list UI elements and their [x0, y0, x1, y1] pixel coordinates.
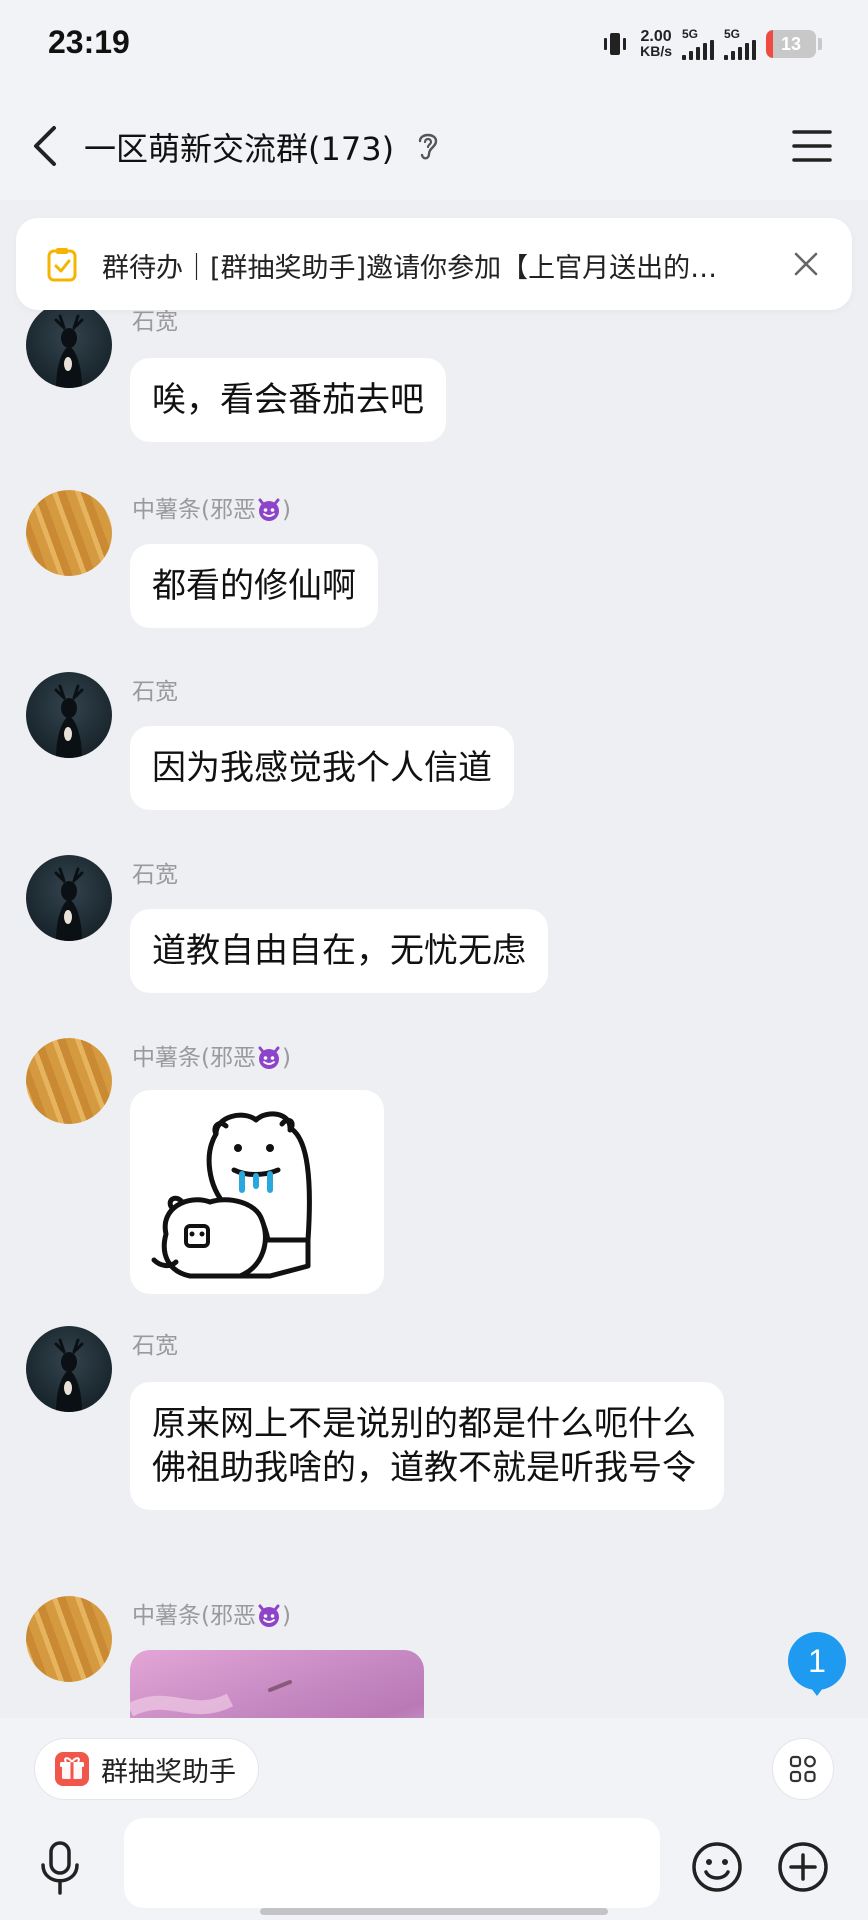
sim1-label: 5G: [682, 27, 699, 41]
net-speed: 2.00 KB/s: [640, 28, 672, 59]
close-icon[interactable]: [790, 248, 822, 280]
avatar[interactable]: [26, 310, 112, 388]
devil-emoji-icon: [258, 498, 280, 521]
avatar[interactable]: [26, 1326, 112, 1412]
ear-icon[interactable]: [414, 128, 442, 164]
deer-avatar-icon: [54, 1338, 84, 1412]
photo-image[interactable]: [130, 1650, 424, 1720]
deer-avatar-icon: [54, 314, 84, 388]
deer-avatar-icon: [54, 867, 84, 941]
avatar[interactable]: [26, 490, 112, 576]
battery-icon: 13: [766, 30, 816, 58]
chevron-left-icon[interactable]: [24, 120, 72, 172]
avatar[interactable]: [26, 1038, 112, 1124]
gift-icon: [55, 1752, 89, 1786]
avatar[interactable]: [26, 1596, 112, 1682]
home-indicator[interactable]: [260, 1908, 608, 1915]
microphone-icon[interactable]: [36, 1840, 84, 1896]
signal-sim1: 5G: [682, 28, 714, 60]
sender-name: 中薯条(邪恶): [132, 1596, 291, 1630]
sender-suffix: ): [281, 497, 291, 523]
emoji-smile-icon[interactable]: [690, 1840, 744, 1894]
signal-bars-icon: [682, 40, 714, 60]
signal-bars-icon: [724, 40, 756, 60]
message-bubble[interactable]: 因为我感觉我个人信道: [130, 726, 514, 810]
sender-name: 石宽: [132, 1333, 178, 1359]
sender-name: 石宽: [132, 310, 178, 335]
plus-circle-icon[interactable]: [776, 1840, 830, 1894]
message-bubble[interactable]: 原来网上不是说别的都是什么呃什么佛祖助我啥的，道教不就是听我号令: [130, 1382, 724, 1510]
battery-text: 13: [780, 33, 802, 54]
sim2-label: 5G: [724, 27, 741, 41]
avatar[interactable]: [26, 672, 112, 758]
net-speed-value: 2.00: [640, 28, 672, 45]
status-time: 23:19: [48, 24, 130, 60]
devil-emoji-icon: [258, 1046, 280, 1069]
net-speed-unit: KB/s: [640, 43, 672, 59]
message-input[interactable]: [124, 1818, 660, 1908]
unread-count-badge[interactable]: 1: [788, 1632, 846, 1690]
battery-cap: [818, 38, 822, 50]
chat-header: 一区萌新交流群(173): [0, 92, 868, 200]
message-bubble[interactable]: 道教自由自在，无忧无虑: [130, 909, 548, 993]
sender-name-text: 中薯条(邪恶: [132, 1603, 256, 1629]
notice-text[interactable]: 群待办｜[群抽奖助手]邀请你参加【上官月送出的…: [102, 246, 786, 285]
sender-suffix: ): [281, 1045, 291, 1071]
vibrate-icon: [604, 33, 627, 55]
deer-avatar-icon: [54, 684, 84, 758]
sticker-image[interactable]: [130, 1090, 384, 1294]
hamburger-menu-icon[interactable]: [788, 124, 836, 168]
sender-name: 石宽: [132, 862, 178, 888]
sender-name: 中薯条(邪恶): [132, 1038, 291, 1072]
sender-suffix: ): [281, 1603, 291, 1629]
apps-grid-button[interactable]: [772, 1738, 834, 1800]
lottery-assistant-button[interactable]: 群抽奖助手: [34, 1738, 259, 1800]
status-icons: 2.00 KB/s 5G 5G 13: [600, 28, 822, 60]
message-bubble[interactable]: 都看的修仙啊: [130, 544, 378, 628]
sender-name-text: 中薯条(邪恶: [132, 1045, 256, 1071]
signal-sim2: 5G: [724, 28, 756, 60]
todo-clipboard-icon: [47, 248, 77, 282]
sender-name: 中薯条(邪恶): [132, 490, 291, 524]
message-bubble[interactable]: 唉，看会番茄去吧: [130, 358, 446, 442]
unread-badge-tail: [808, 1684, 826, 1696]
group-title[interactable]: 一区萌新交流群(173): [84, 124, 394, 170]
devil-emoji-icon: [258, 1604, 280, 1627]
pink-photo-icon: [130, 1680, 292, 1717]
sender-name-text: 中薯条(邪恶: [132, 497, 256, 523]
group-todo-notice[interactable]: 群待办｜[群抽奖助手]邀请你参加【上官月送出的…: [16, 218, 852, 310]
bottom-bar: 群抽奖助手: [0, 1718, 868, 1920]
apps-grid-icon: [789, 1755, 816, 1783]
bear-sticker-icon: [151, 1111, 312, 1279]
sender-name: 石宽: [132, 679, 178, 705]
battery-level: [766, 30, 773, 58]
shortcut-label: 群抽奖助手: [101, 1756, 236, 1788]
avatar[interactable]: [26, 855, 112, 941]
status-bar: 23:19 2.00 KB/s 5G 5G 13: [0, 0, 868, 92]
message-list[interactable]: 石宽 唉，看会番茄去吧 中薯条(邪恶) 都看的修仙啊 石宽 因为我感觉我个人信道: [0, 310, 868, 1720]
